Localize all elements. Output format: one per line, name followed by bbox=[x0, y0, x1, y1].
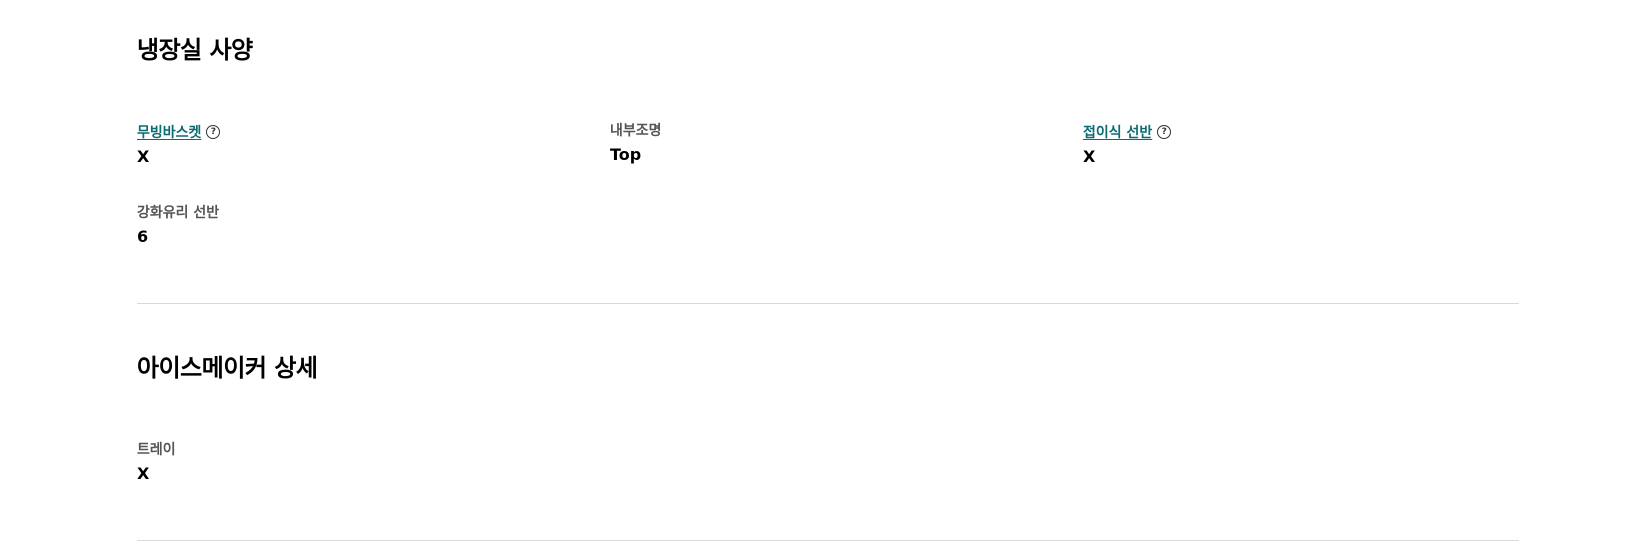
spec-tempered-glass-shelf-label: 강화유리 선반 bbox=[137, 205, 220, 221]
spec-tempered-glass-shelf-value: 6 bbox=[137, 227, 149, 246]
spec-tray: 트레이 X bbox=[137, 439, 567, 484]
fridge-spec-title: 냉장실 사양 bbox=[137, 36, 253, 64]
question-circle-icon[interactable]: ? bbox=[1157, 125, 1172, 139]
spec-interior-light: 내부조명 Top bbox=[610, 120, 1040, 165]
section-divider bbox=[137, 540, 1519, 541]
fridge-spec-grid: 무빙바스켓 ? X 내부조명 Top 접이식 선반 ? X 강화유리 선반 6 bbox=[137, 65, 1519, 246]
question-circle-icon[interactable]: ? bbox=[206, 125, 221, 139]
spec-folding-shelf-label-row: 접이식 선반 ? bbox=[1083, 122, 1513, 142]
spec-folding-shelf: 접이식 선반 ? X bbox=[1083, 122, 1513, 167]
spec-interior-light-label: 내부조명 bbox=[610, 123, 662, 139]
spec-tempered-glass-shelf: 강화유리 선반 6 bbox=[137, 202, 567, 247]
spec-moving-basket-value: X bbox=[137, 147, 150, 166]
spec-moving-basket-link[interactable]: 무빙바스켓 bbox=[137, 122, 201, 142]
spec-page: 냉장실 사양 무빙바스켓 ? X 내부조명 Top 접이식 선반 ? X 강화유… bbox=[0, 0, 1651, 544]
icemaker-spec-grid: 트레이 X bbox=[137, 383, 1519, 483]
spec-interior-light-value: Top bbox=[610, 145, 642, 164]
spec-tray-label: 트레이 bbox=[137, 442, 176, 458]
section-divider bbox=[137, 303, 1519, 304]
icemaker-spec-section: 아이스메이커 상세 트레이 X bbox=[137, 353, 1519, 483]
spec-tray-value: X bbox=[137, 464, 150, 483]
spec-moving-basket-label-row: 무빙바스켓 ? bbox=[137, 122, 567, 142]
spec-folding-shelf-link[interactable]: 접이식 선반 bbox=[1083, 122, 1152, 142]
fridge-spec-section: 냉장실 사양 무빙바스켓 ? X 내부조명 Top 접이식 선반 ? X 강화유… bbox=[137, 35, 1519, 246]
spec-moving-basket: 무빙바스켓 ? X bbox=[137, 122, 567, 167]
spec-folding-shelf-value: X bbox=[1083, 147, 1096, 166]
icemaker-spec-title: 아이스메이커 상세 bbox=[137, 354, 318, 382]
